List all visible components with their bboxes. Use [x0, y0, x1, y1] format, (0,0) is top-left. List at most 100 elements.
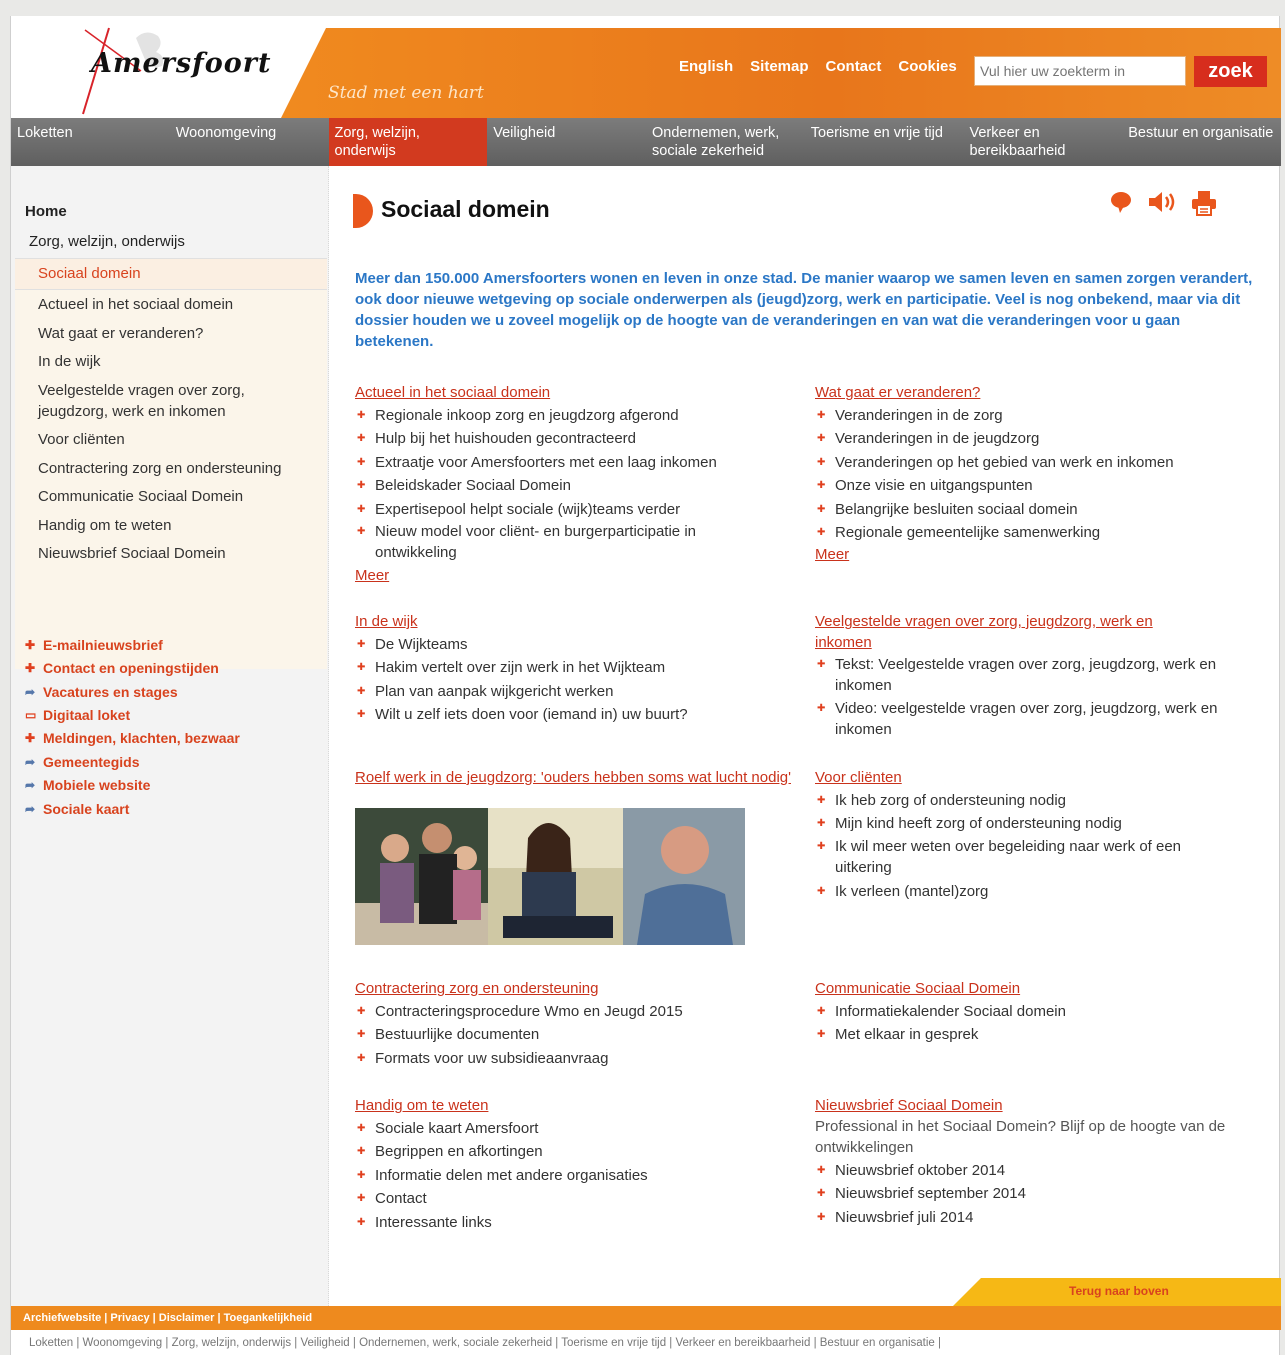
section-title-handig[interactable]: Handig om te weten [355, 1095, 795, 1116]
sidebar-home[interactable]: Home [25, 203, 67, 220]
list-item[interactable]: Hakim vertelt over zijn werk in het Wijk… [355, 656, 795, 680]
utility-link-nieuwsbrief[interactable]: ✚ E-mailnieuwsbrief [25, 637, 163, 653]
list-item[interactable]: Met elkaar in gesprek [815, 1023, 1255, 1047]
utility-link-vacatures[interactable]: ➦ Vacatures en stages [25, 684, 178, 700]
sidebar-item-sociaal-domein[interactable]: Sociaal domein [38, 263, 308, 284]
sidebar-item-actueel[interactable]: Actueel in het sociaal domein [38, 294, 308, 315]
speaker-icon[interactable] [1147, 190, 1177, 223]
nav-item-veiligheid[interactable]: Veiligheid [487, 118, 646, 166]
list-item[interactable]: Contracteringsprocedure Wmo en Jeugd 201… [355, 1000, 795, 1024]
list-item[interactable]: Informatiekalender Sociaal domein [815, 1000, 1255, 1024]
list-item[interactable]: Mijn kind heeft zorg of ondersteuning no… [815, 812, 1255, 836]
more-link-actueel[interactable]: Meer [355, 565, 795, 587]
nav-item-loketten[interactable]: Loketten [11, 118, 170, 166]
list-item[interactable]: Informatie delen met andere organisaties [355, 1164, 795, 1188]
utility-link-mobiel[interactable]: ➦ Mobiele website [25, 777, 150, 793]
list-item[interactable]: Veranderingen op het gebied van werk en … [815, 451, 1255, 475]
utility-link-contact[interactable]: ✚ Contact en openingstijden [25, 660, 219, 676]
speech-bubble-icon[interactable] [1109, 190, 1133, 223]
sidebar-item-vragen[interactable]: Veelgestelde vragen over zorg, jeugdzorg… [38, 380, 278, 422]
utility-link-meldingen[interactable]: ✚ Meldingen, klachten, bezwaar [25, 730, 240, 746]
list-item[interactable]: Nieuwsbrief oktober 2014 [815, 1159, 1245, 1183]
logo[interactable]: Amersfoort [81, 26, 281, 116]
list-item[interactable]: Ik wil meer weten over begeleiding naar … [815, 836, 1225, 880]
list-item[interactable]: Formats voor uw subsidieaanvraag [355, 1047, 795, 1071]
sidebar-item-clienten[interactable]: Voor cliënten [38, 429, 308, 450]
utility-link-sociale-kaart[interactable]: ➦ Sociale kaart [25, 801, 129, 817]
section-title-communicatie[interactable]: Communicatie Sociaal Domein [815, 978, 1255, 999]
footer-nav[interactable]: Loketten | Woonomgeving | Zorg, welzijn,… [29, 1337, 941, 1349]
section-title-nieuwsbrief[interactable]: Nieuwsbrief Sociaal Domein [815, 1095, 1245, 1116]
nav-item-toerisme[interactable]: Toerisme en vrije tijd [805, 118, 964, 166]
section-title-clienten[interactable]: Voor cliënten [815, 767, 1255, 788]
nav-item-ondernemen[interactable]: Ondernemen, werk, sociale zekerheid [646, 118, 805, 166]
print-icon[interactable] [1191, 190, 1217, 223]
list-item[interactable]: Ik verleen (mantel)zorg [815, 880, 1255, 904]
section-title-roelf[interactable]: Roelf werk in de jeugdzorg: 'ouders hebb… [355, 767, 795, 788]
sidebar-item-wijk[interactable]: In de wijk [38, 351, 308, 372]
sidebar-item-handig[interactable]: Handig om te weten [38, 515, 308, 536]
list-item[interactable]: Wilt u zelf iets doen voor (iemand in) u… [355, 703, 795, 727]
list-item[interactable]: Regionale gemeentelijke samenwerking [815, 521, 1255, 545]
sidebar-item-nieuwsbrief[interactable]: Nieuwsbrief Sociaal Domein [38, 543, 308, 564]
utility-link-digitaal-loket[interactable]: ▭ Digitaal loket [25, 707, 130, 723]
list-item[interactable]: Video: veelgestelde vragen over zorg, je… [815, 698, 1245, 742]
section-list: Regionale inkoop zorg en jeugdzorg afger… [355, 404, 795, 565]
section-handig: Handig om te weten Sociale kaart Amersfo… [355, 1095, 795, 1234]
nav-item-verkeer[interactable]: Verkeer en bereikbaarheid [964, 118, 1123, 166]
list-item[interactable]: De Wijkteams [355, 633, 795, 657]
top-link-sitemap[interactable]: Sitemap [750, 58, 808, 75]
top-link-english[interactable]: English [679, 58, 733, 75]
tagline: Stad met een hart [328, 83, 484, 103]
list-item[interactable]: Expertisepool helpt sociale (wijk)teams … [355, 498, 795, 522]
feature-photo[interactable] [355, 808, 745, 945]
nav-item-zorg[interactable]: Zorg, welzijn, onderwijs [328, 118, 488, 166]
page-title: Sociaal domein [381, 196, 550, 222]
section-vragen: Veelgestelde vragen over zorg, jeugdzorg… [815, 611, 1245, 742]
photo-family [355, 808, 488, 945]
back-to-top-link[interactable]: Terug naar boven [1069, 1284, 1169, 1298]
list-item[interactable]: Bestuurlijke documenten [355, 1023, 795, 1047]
list-item[interactable]: Veranderingen in de zorg [815, 404, 1255, 428]
section-title-actueel[interactable]: Actueel in het sociaal domein [355, 382, 795, 403]
sidebar-section[interactable]: Zorg, welzijn, onderwijs [29, 233, 185, 250]
list-item[interactable]: Sociale kaart Amersfoort [355, 1117, 795, 1141]
list-item[interactable]: Hulp bij het huishouden gecontracteerd [355, 427, 795, 451]
list-item[interactable]: Nieuw model voor cliënt- en burgerpartic… [355, 521, 755, 565]
section-title-wijk[interactable]: In de wijk [355, 611, 795, 632]
top-link-cookies[interactable]: Cookies [898, 58, 956, 75]
external-link-icon: ➦ [25, 755, 36, 769]
search-button[interactable]: zoek [1194, 56, 1267, 87]
search-input[interactable] [974, 56, 1186, 86]
section-title-vragen[interactable]: Veelgestelde vragen over zorg, jeugdzorg… [815, 611, 1205, 653]
list-item[interactable]: Begrippen en afkortingen [355, 1140, 795, 1164]
list-item[interactable]: Veranderingen in de jeugdzorg [815, 427, 1255, 451]
list-item[interactable]: Contact [355, 1187, 795, 1211]
list-item[interactable]: Ik heb zorg of ondersteuning nodig [815, 789, 1255, 813]
list-item[interactable]: Nieuwsbrief september 2014 [815, 1182, 1245, 1206]
sidebar-item-communicatie[interactable]: Communicatie Sociaal Domein [38, 486, 308, 507]
list-item[interactable]: Plan van aanpak wijkgericht werken [355, 680, 795, 704]
utility-label: Gemeentegids [43, 754, 140, 770]
list-item[interactable]: Interessante links [355, 1211, 795, 1235]
page: Amersfoort Stad met een hart English Sit… [10, 16, 1281, 1355]
title-marker [353, 194, 373, 228]
list-item[interactable]: Onze visie en uitgangspunten [815, 474, 1255, 498]
footer-links[interactable]: Archiefwebsite | Privacy | Disclaimer | … [23, 1312, 312, 1324]
section-title-veranderen[interactable]: Wat gaat er veranderen? [815, 382, 1255, 403]
list-item[interactable]: Nieuwsbrief juli 2014 [815, 1206, 1245, 1230]
utility-link-gemeentegids[interactable]: ➦ Gemeentegids [25, 754, 139, 770]
list-item[interactable]: Belangrijke besluiten sociaal domein [815, 498, 1255, 522]
list-item[interactable]: Tekst: Veelgestelde vragen over zorg, je… [815, 654, 1245, 698]
nav-item-bestuur[interactable]: Bestuur en organisatie [1122, 118, 1281, 166]
section-title-contractering[interactable]: Contractering zorg en ondersteuning [355, 978, 795, 999]
more-link-veranderen[interactable]: Meer [815, 544, 1255, 566]
main-nav: Loketten Woonomgeving Zorg, welzijn, ond… [11, 118, 1281, 166]
sidebar-item-contractering[interactable]: Contractering zorg en ondersteuning [38, 458, 308, 479]
list-item[interactable]: Beleidskader Sociaal Domein [355, 474, 795, 498]
top-link-contact[interactable]: Contact [826, 58, 882, 75]
list-item[interactable]: Extraatje voor Amersfoorters met een laa… [355, 451, 795, 475]
list-item[interactable]: Regionale inkoop zorg en jeugdzorg afger… [355, 404, 795, 428]
nav-item-woonomgeving[interactable]: Woonomgeving [170, 118, 329, 166]
sidebar-item-veranderen[interactable]: Wat gaat er veranderen? [38, 323, 308, 344]
